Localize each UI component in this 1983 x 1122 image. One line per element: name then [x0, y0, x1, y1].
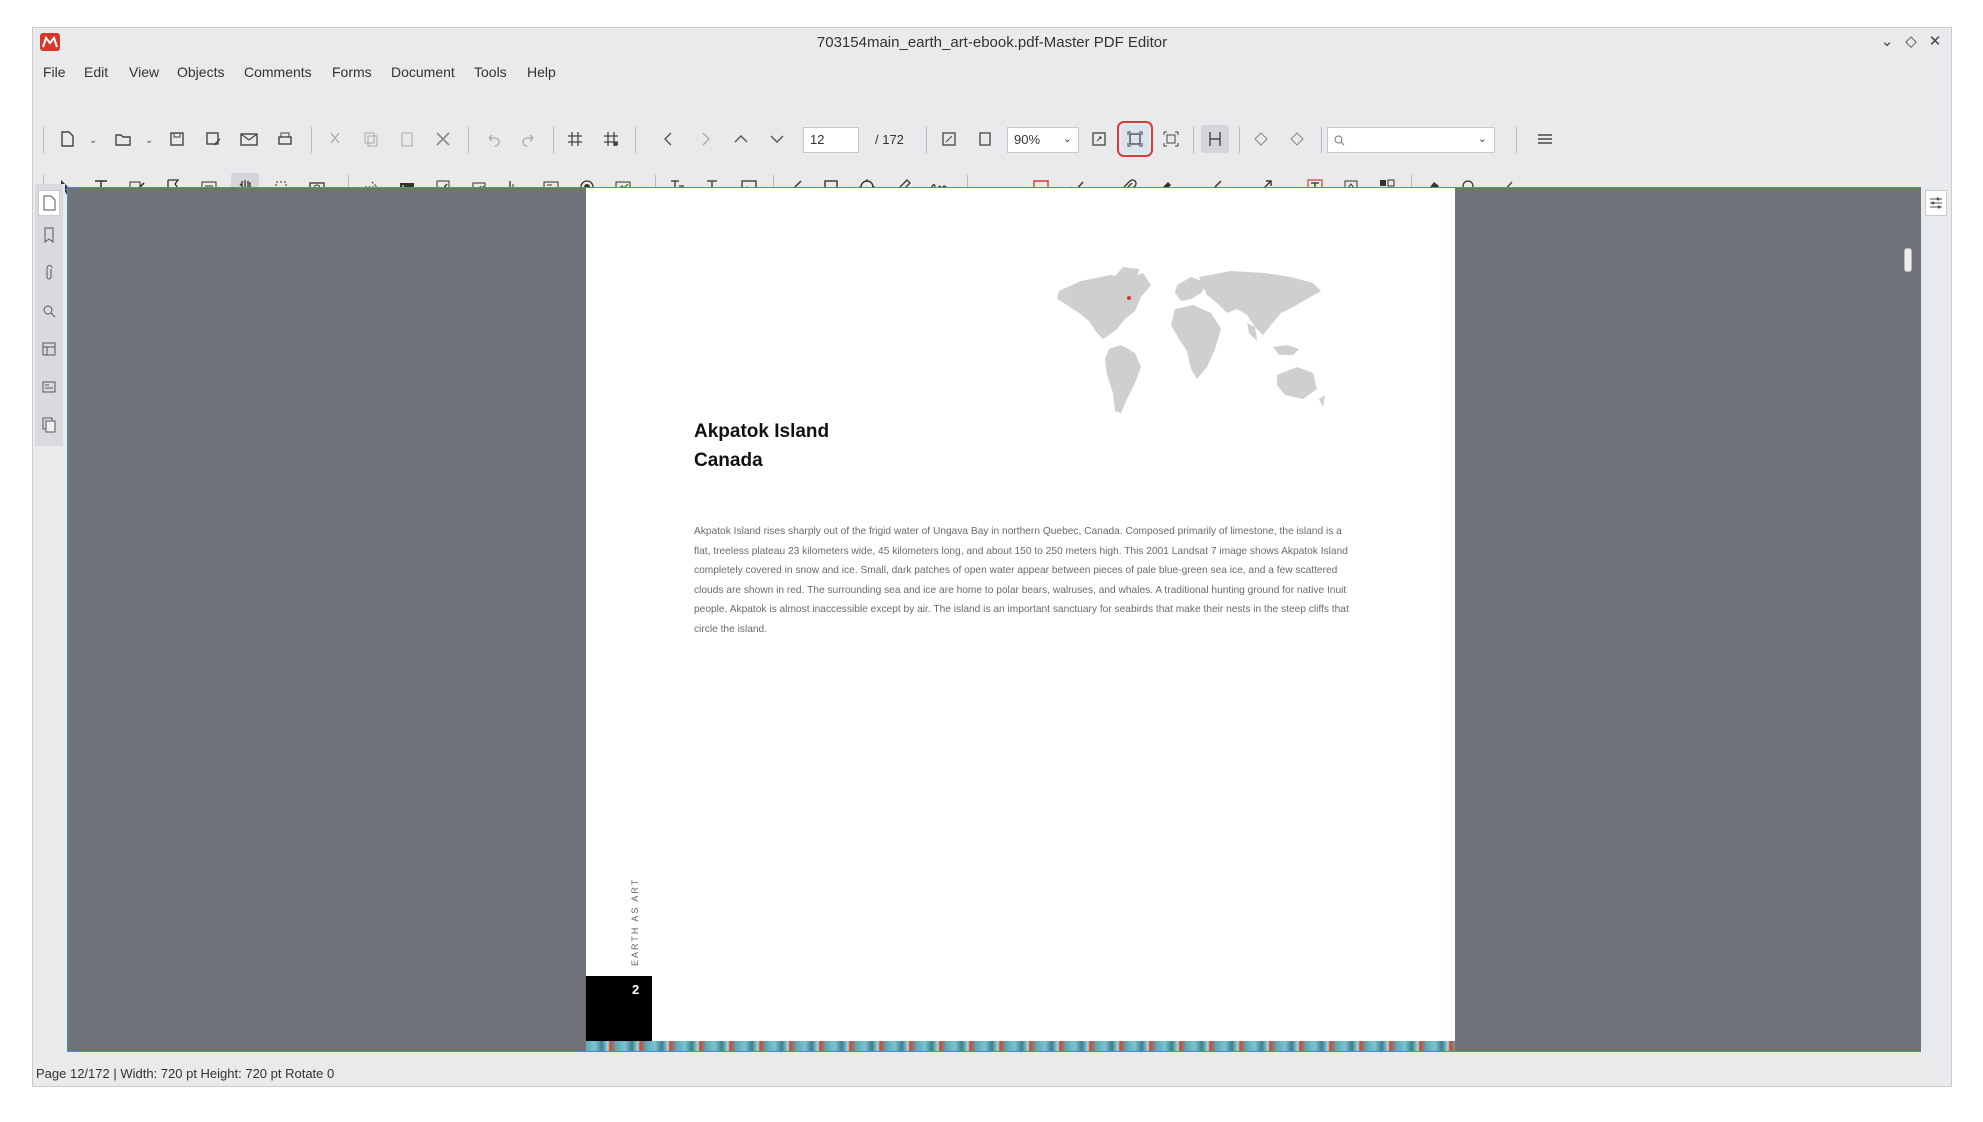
pages-panel-icon[interactable]	[38, 190, 60, 216]
open-folder-icon[interactable]	[109, 125, 137, 153]
open-dropdown-icon[interactable]: ⌄	[145, 135, 153, 146]
fit-page-icon[interactable]	[971, 125, 999, 153]
delete-icon[interactable]	[429, 125, 457, 153]
prev-page-icon[interactable]	[727, 125, 755, 153]
email-icon[interactable]	[235, 125, 263, 153]
title-bar: 703154main_earth_art-ebook.pdf-Master PD…	[33, 28, 1951, 58]
hamburger-menu-icon[interactable]	[1531, 125, 1559, 153]
main-toolbar: ⌄ ⌄ 12 / 172 90% ⌄ ⌄	[33, 119, 1951, 159]
side-label: EARTH AS ART	[630, 877, 640, 966]
close-icon[interactable]: ✕	[1925, 32, 1945, 52]
next-icon[interactable]	[691, 125, 719, 153]
rotate-left-icon[interactable]	[1247, 125, 1275, 153]
document-viewer[interactable]: Akpatok Island Canada Akpatok Island ris…	[67, 187, 1927, 1052]
next-page-icon[interactable]	[763, 125, 791, 153]
prev-icon[interactable]	[655, 125, 683, 153]
page-number-block: 2	[586, 976, 652, 1041]
pdf-page: Akpatok Island Canada Akpatok Island ris…	[586, 188, 1455, 1041]
search-panel-icon[interactable]	[38, 298, 60, 324]
new-document-icon[interactable]	[53, 125, 81, 153]
next-page-preview	[586, 1041, 1455, 1051]
save-as-icon[interactable]	[199, 125, 227, 153]
menu-file[interactable]: File	[43, 60, 66, 84]
bookmarks-panel-icon[interactable]	[38, 222, 60, 248]
menu-view[interactable]: View	[129, 60, 159, 84]
copy-icon[interactable]	[357, 125, 385, 153]
fit-width-icon[interactable]	[1085, 125, 1113, 153]
menu-help[interactable]: Help	[527, 60, 556, 84]
properties-panel-icon[interactable]	[1925, 190, 1947, 216]
window-title: 703154main_earth_art-ebook.pdf-Master PD…	[816, 34, 1168, 51]
menu-document[interactable]: Document	[391, 60, 455, 84]
minimize-icon[interactable]: ⌄	[1877, 32, 1897, 52]
page-heading: Akpatok Island Canada	[694, 417, 829, 475]
zoom-select[interactable]: 90% ⌄	[1007, 127, 1079, 153]
chevron-down-icon: ⌄	[1062, 133, 1072, 145]
grid-icon[interactable]	[561, 125, 589, 153]
heading-line1: Akpatok Island	[694, 421, 830, 442]
menu-edit[interactable]: Edit	[84, 60, 108, 84]
search-icon	[1334, 135, 1345, 146]
new-dropdown-icon[interactable]: ⌄	[89, 135, 97, 146]
redo-icon[interactable]	[515, 125, 543, 153]
snap-grid-icon[interactable]	[597, 125, 625, 153]
world-map-image	[1057, 267, 1325, 413]
paste-icon[interactable]	[393, 125, 421, 153]
cut-icon[interactable]	[321, 125, 349, 153]
fit-visible-icon[interactable]	[1117, 121, 1153, 157]
menu-objects[interactable]: Objects	[177, 60, 224, 84]
menu-comments[interactable]: Comments	[244, 60, 312, 84]
search-dropdown-icon[interactable]: ⌄	[1478, 132, 1487, 145]
layers-panel-icon[interactable]	[38, 336, 60, 362]
save-icon[interactable]	[163, 125, 191, 153]
left-panel-rail	[33, 184, 65, 1076]
print-icon[interactable]	[271, 125, 299, 153]
actual-size-icon[interactable]	[935, 125, 963, 153]
rotate-right-icon[interactable]	[1283, 125, 1311, 153]
attachments-panel-icon[interactable]	[38, 260, 60, 286]
continuous-view-icon[interactable]	[1201, 125, 1229, 153]
page-body-text: Akpatok Island rises sharply out of the …	[694, 526, 1349, 635]
zoom-value: 90%	[1014, 132, 1041, 147]
app-window: 703154main_earth_art-ebook.pdf-Master PD…	[32, 27, 1952, 1087]
search-input[interactable]: ⌄	[1327, 127, 1495, 153]
page-total: / 172	[875, 132, 904, 147]
menu-forms[interactable]: Forms	[332, 60, 372, 84]
full-screen-icon[interactable]	[1157, 125, 1185, 153]
menu-tools[interactable]: Tools	[474, 60, 507, 84]
vertical-scrollbar[interactable]	[1904, 248, 1912, 272]
structure-panel-icon[interactable]	[38, 412, 60, 438]
undo-icon[interactable]	[479, 125, 507, 153]
page-number: 2	[632, 982, 640, 997]
maximize-icon[interactable]: ◇	[1901, 32, 1921, 52]
page-number-input[interactable]: 12	[803, 127, 859, 153]
signatures-panel-icon[interactable]	[38, 374, 60, 400]
heading-line2: Canada	[694, 450, 763, 471]
right-panel-rail	[1921, 184, 1951, 1076]
status-bar: Page 12/172 | Width: 720 pt Height: 720 …	[36, 1066, 335, 1081]
